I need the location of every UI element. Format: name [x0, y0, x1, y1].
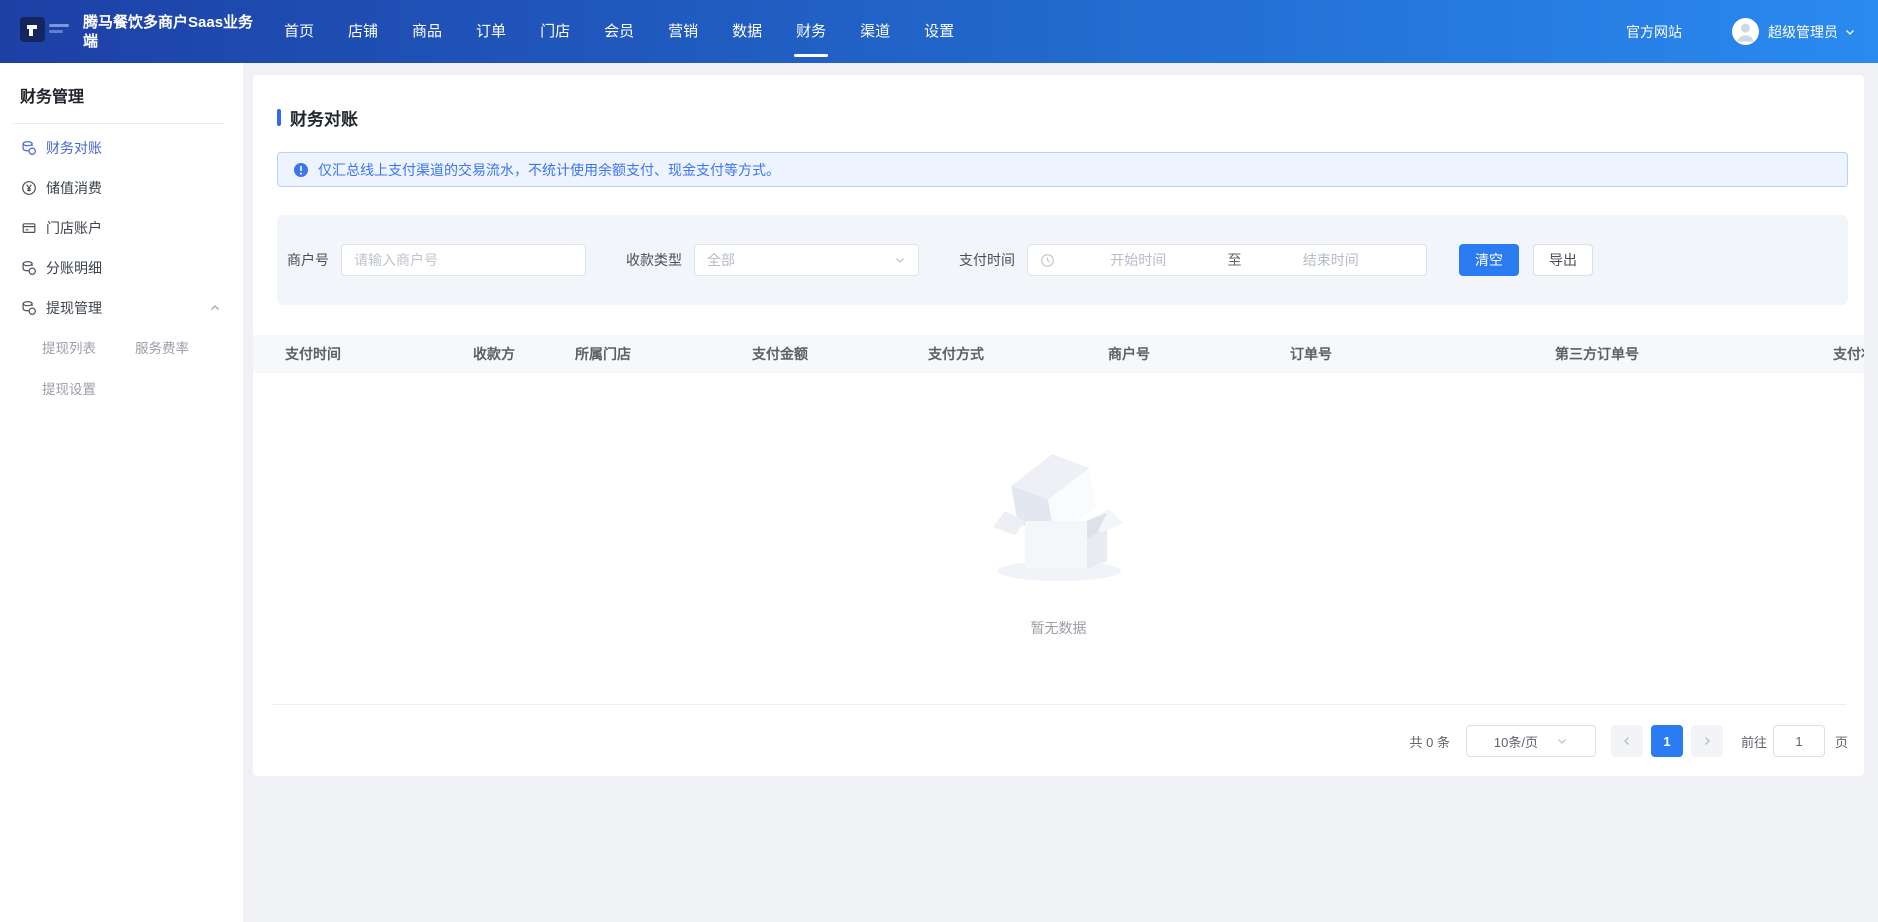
- topbar: 腾马餐饮多商户Saas业务端 首页 店铺 商品 订单 门店 会员 营销 数据 财…: [0, 0, 1878, 63]
- col-amount: 支付金额: [752, 344, 928, 364]
- empty-box-illustration: [979, 437, 1139, 592]
- nav-item-data[interactable]: 数据: [732, 0, 762, 63]
- export-button[interactable]: 导出: [1533, 244, 1593, 276]
- empty-state: 暂无数据: [253, 437, 1864, 638]
- sidebar-item-label: 分账明细: [46, 258, 102, 278]
- col-third-party-order-no: 第三方订单号: [1555, 344, 1833, 364]
- sidebar-subitem-withdraw-list[interactable]: 提现列表: [42, 328, 135, 369]
- nav-item-settings[interactable]: 设置: [924, 0, 954, 63]
- coins-icon: [21, 140, 37, 156]
- nav-item-members[interactable]: 会员: [604, 0, 634, 63]
- sidebar-item-label: 财务对账: [46, 138, 102, 158]
- clock-icon: [1040, 253, 1055, 268]
- page-unit-label: 页: [1835, 732, 1848, 751]
- nav-item-goods[interactable]: 商品: [412, 0, 442, 63]
- col-merchant-id: 商户号: [1108, 344, 1290, 364]
- coins-icon: [21, 300, 37, 316]
- page-title: 财务对账: [290, 105, 358, 130]
- sidebar-item-withdraw-management[interactable]: 提现管理: [0, 288, 243, 328]
- pagination-total: 共 0 条: [1410, 732, 1450, 751]
- pay-time-label: 支付时间: [959, 250, 1015, 270]
- info-alert: 仅汇总线上支付渠道的交易流水，不统计使用余额支付、现金支付等方式。: [277, 152, 1848, 187]
- chevron-down-icon: [894, 254, 906, 266]
- title-accent-bar: [277, 109, 281, 126]
- col-store: 所属门店: [575, 344, 752, 364]
- brand[interactable]: 腾马餐饮多商户Saas业务端: [0, 13, 262, 51]
- start-time-placeholder[interactable]: 开始时间: [1055, 250, 1222, 270]
- end-time-placeholder[interactable]: 结束时间: [1248, 250, 1415, 270]
- sidebar: 财务管理 财务对账 储值消费: [0, 63, 243, 922]
- reconciliation-card: 财务对账 仅汇总线上支付渠道的交易流水，不统计使用余额支付、现金支付等方式。 商…: [253, 75, 1864, 776]
- col-pay-status: 支付状态: [1833, 344, 1864, 364]
- alert-text: 仅汇总线上支付渠道的交易流水，不统计使用余额支付、现金支付等方式。: [318, 160, 780, 180]
- pagination: 共 0 条 10条/页 1 前往 页: [1410, 725, 1849, 757]
- person-icon: [1732, 18, 1759, 45]
- sidebar-item-stored-value[interactable]: 储值消费: [0, 168, 243, 208]
- chevron-down-icon[interactable]: [1844, 26, 1856, 38]
- sidebar-divider: [13, 123, 225, 124]
- sidebar-item-label: 门店账户: [46, 218, 102, 238]
- user-name[interactable]: 超级管理员: [1768, 22, 1838, 42]
- main-content: 财务对账 仅汇总线上支付渠道的交易流水，不统计使用余额支付、现金支付等方式。 商…: [243, 63, 1878, 922]
- chevron-up-icon: [209, 302, 221, 314]
- sidebar-subitem-withdraw-settings[interactable]: 提现设置: [42, 369, 135, 410]
- sidebar-item-split-detail[interactable]: 分账明细: [0, 248, 243, 288]
- info-icon: [293, 162, 309, 178]
- table-header-row: 支付时间 收款方 所属门店 支付金额 支付方式 商户号 订单号 第三方订单号 支…: [253, 335, 1864, 373]
- nav-item-orders[interactable]: 订单: [476, 0, 506, 63]
- nav-item-finance[interactable]: 财务: [796, 0, 826, 63]
- topbar-right: 官方网站 超级管理员: [1626, 18, 1878, 45]
- nav-item-stores[interactable]: 门店: [540, 0, 570, 63]
- nav-item-home[interactable]: 首页: [284, 0, 314, 63]
- coins-icon: [21, 260, 37, 276]
- page-number-button[interactable]: 1: [1651, 725, 1683, 757]
- col-payee: 收款方: [473, 344, 575, 364]
- withdraw-submenu: 提现列表 服务费率 提现设置: [0, 328, 243, 410]
- col-pay-method: 支付方式: [928, 344, 1108, 364]
- sidebar-item-store-account[interactable]: 门店账户: [0, 208, 243, 248]
- page-size-value: 10条/页: [1494, 732, 1538, 751]
- next-page-button[interactable]: [1691, 725, 1723, 757]
- table-bottom-divider: [271, 704, 1846, 705]
- payee-type-label: 收款类型: [626, 250, 682, 270]
- user-avatar[interactable]: [1732, 18, 1759, 45]
- nav-item-marketing[interactable]: 营销: [668, 0, 698, 63]
- filter-bar: 商户号 收款类型 全部 支付时间 开始时间: [277, 215, 1848, 305]
- nav-item-shop[interactable]: 店铺: [348, 0, 378, 63]
- clear-button[interactable]: 清空: [1459, 244, 1519, 276]
- goto-page-input[interactable]: [1773, 725, 1825, 757]
- range-separator: 至: [1222, 250, 1248, 270]
- pay-time-range-picker[interactable]: 开始时间 至 结束时间: [1027, 244, 1427, 276]
- sidebar-subitem-service-rate[interactable]: 服务费率: [135, 328, 228, 369]
- sidebar-item-reconciliation[interactable]: 财务对账: [0, 128, 243, 168]
- brand-title: 腾马餐饮多商户Saas业务端: [83, 13, 255, 51]
- top-nav: 首页 店铺 商品 订单 门店 会员 营销 数据 财务 渠道 设置: [284, 0, 954, 63]
- sidebar-item-label: 提现管理: [46, 298, 102, 318]
- prev-page-button[interactable]: [1611, 725, 1643, 757]
- merchant-id-input[interactable]: [341, 244, 586, 276]
- sidebar-item-label: 储值消费: [46, 178, 102, 198]
- sidebar-title: 财务管理: [0, 63, 243, 123]
- goto-label: 前往: [1741, 732, 1767, 751]
- nav-item-channels[interactable]: 渠道: [860, 0, 890, 63]
- wallet-icon: [21, 220, 37, 236]
- chevron-down-icon: [1556, 735, 1568, 747]
- official-site-link[interactable]: 官方网站: [1626, 22, 1682, 42]
- col-order-no: 订单号: [1290, 344, 1555, 364]
- col-pay-time: 支付时间: [253, 344, 473, 364]
- page-size-select[interactable]: 10条/页: [1466, 725, 1596, 757]
- payee-type-select[interactable]: 全部: [694, 244, 919, 276]
- payee-type-value: 全部: [707, 250, 735, 270]
- merchant-id-label: 商户号: [287, 250, 329, 270]
- yen-circle-icon: [21, 180, 37, 196]
- brand-logo-icon: [20, 16, 74, 48]
- empty-text: 暂无数据: [1031, 618, 1087, 638]
